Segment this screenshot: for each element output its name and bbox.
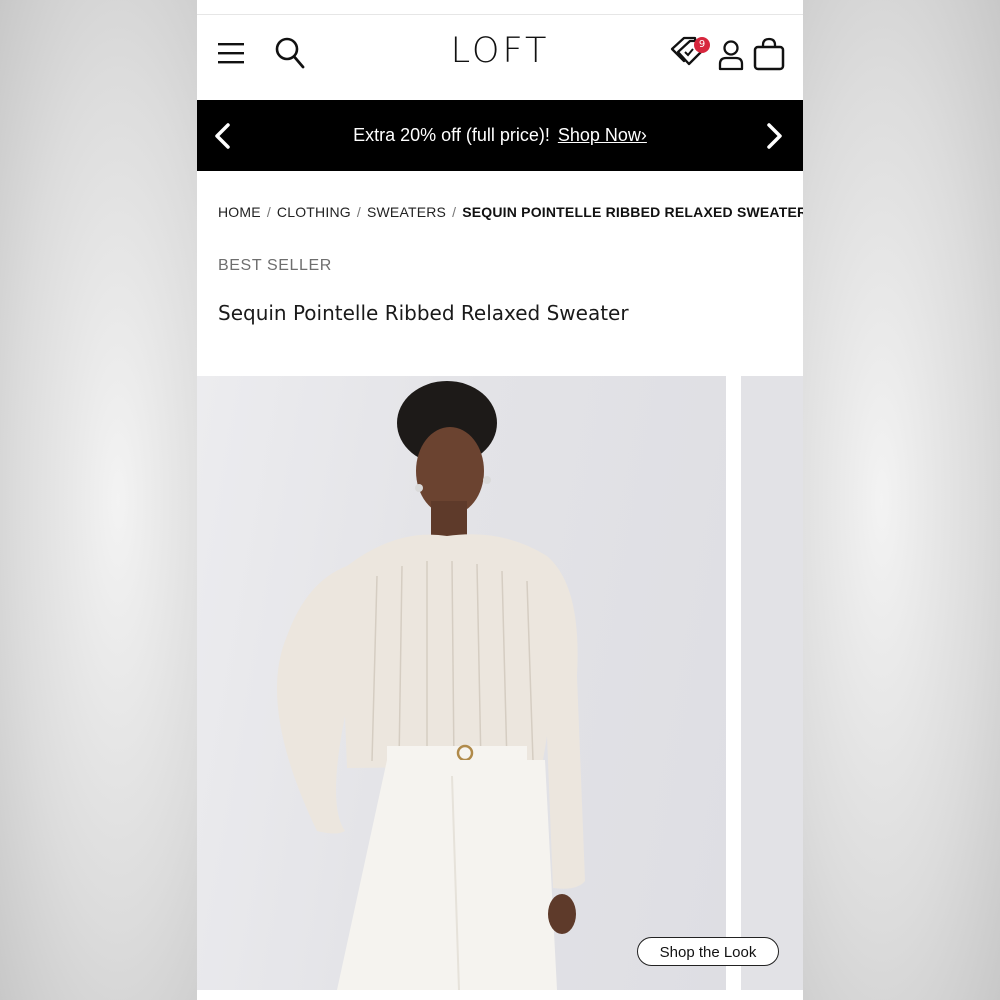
model-illustration: [277, 381, 585, 990]
promo-text: Extra 20% off (full price)!: [353, 125, 550, 145]
background-left: [0, 0, 197, 1000]
breadcrumb: HOME / CLOTHING / SWEATERS / SEQUIN POINTELLE …: [218, 204, 803, 220]
promo-banner: Extra 20% off (full price)! Shop Now›: [197, 100, 803, 171]
best-seller-label: BEST SELLER: [218, 257, 332, 274]
mobile-page: LOFT 9 Extra 20% off (full price)! Shop N…: [197, 0, 803, 1000]
product-image-gallery[interactable]: Shop the Look: [197, 376, 803, 990]
loft-logo[interactable]: LOFT: [197, 31, 803, 71]
breadcrumb-separator: /: [266, 204, 271, 220]
chevron-right-icon[interactable]: [761, 122, 787, 150]
wishlist-count-badge: 9: [694, 37, 710, 53]
shop-now-link[interactable]: Shop Now›: [558, 125, 647, 145]
background-right: [803, 0, 1000, 1000]
promo-message: Extra 20% off (full price)! Shop Now›: [197, 125, 803, 146]
product-photo[interactable]: [197, 376, 726, 990]
breadcrumb-separator: /: [356, 204, 361, 220]
account-icon[interactable]: [718, 39, 744, 71]
breadcrumb-clothing[interactable]: CLOTHING: [277, 204, 351, 220]
breadcrumb-sweaters[interactable]: SWEATERS: [367, 204, 446, 220]
next-product-photo[interactable]: [741, 376, 803, 990]
site-header: LOFT 9: [197, 15, 803, 100]
product-title: Sequin Pointelle Ribbed Relaxed Sweater: [218, 301, 629, 325]
shopping-bag-icon[interactable]: [753, 37, 785, 71]
shop-the-look-button[interactable]: Shop the Look: [637, 937, 779, 966]
breadcrumb-separator: /: [452, 204, 457, 220]
breadcrumb-current: SEQUIN POINTELLE RIBBED RELAXED SWEATER: [462, 204, 803, 220]
bottom-strip: [197, 990, 803, 1000]
breadcrumb-home[interactable]: HOME: [218, 204, 261, 220]
